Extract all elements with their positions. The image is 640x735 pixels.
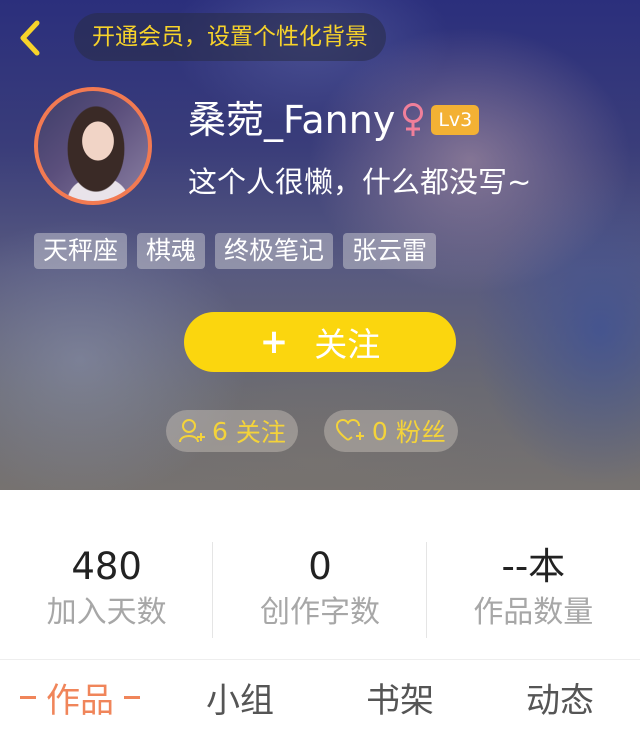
interest-tags: 天秤座 棋魂 终极笔记 张云雷 <box>34 233 437 269</box>
profile-header: 开通会员，设置个性化背景 桑菀_Fanny Lv3 这个人很懒，什么都没写~ 天… <box>0 0 640 490</box>
level-badge: Lv3 <box>431 105 480 135</box>
stat-works-count: --本 作品数量 <box>427 490 640 660</box>
stat-value: --本 <box>501 545 566 588</box>
tab-label: 书架 <box>366 681 434 721</box>
stat-label: 加入天数 <box>46 595 167 630</box>
followers-count: 0 <box>371 416 388 446</box>
followers-count-button[interactable]: 0 粉丝 <box>323 410 458 452</box>
interest-tag[interactable]: 终极笔记 <box>215 233 334 269</box>
tab-works[interactable]: 作品 <box>0 660 160 735</box>
heart-plus-icon <box>335 419 364 441</box>
interest-tag[interactable]: 天秤座 <box>34 233 128 269</box>
social-counts: 6 关注 0 粉丝 <box>166 410 458 452</box>
profile-page: 开通会员，设置个性化背景 桑菀_Fanny Lv3 这个人很懒，什么都没写~ 天… <box>0 0 640 735</box>
stat-value: 0 <box>308 545 332 588</box>
following-label: 关注 <box>235 418 286 447</box>
tab-label: 动态 <box>526 681 594 721</box>
plus-icon: + <box>259 322 289 362</box>
tab-bookshelf[interactable]: 书架 <box>320 660 480 735</box>
tab-activity[interactable]: 动态 <box>480 660 640 735</box>
follow-button[interactable]: + 关注 <box>184 312 456 372</box>
active-tab-indicator <box>124 696 140 699</box>
following-count-button[interactable]: 6 关注 <box>166 410 298 452</box>
following-count: 6 <box>212 416 228 446</box>
interest-tag[interactable]: 张云雷 <box>343 233 437 269</box>
user-plus-icon <box>179 419 205 443</box>
tab-label: 作品 <box>46 681 114 721</box>
back-button[interactable] <box>10 16 50 60</box>
stat-value: 480 <box>71 545 142 588</box>
tab-groups[interactable]: 小组 <box>160 660 320 735</box>
avatar[interactable] <box>34 87 152 205</box>
profile-tabs: 作品 小组 书架 动态 <box>0 660 640 735</box>
followers-label: 粉丝 <box>395 418 446 447</box>
stat-label: 创作字数 <box>259 595 380 630</box>
stat-label: 作品数量 <box>473 595 594 630</box>
follow-button-label: 关注 <box>314 325 381 364</box>
user-bio: 这个人很懒，什么都没写~ <box>188 165 532 199</box>
interest-tag[interactable]: 棋魂 <box>137 233 206 269</box>
chevron-left-icon <box>20 20 40 56</box>
female-icon <box>401 102 425 138</box>
stats-row: 480 加入天数 0 创作字数 --本 作品数量 <box>0 490 640 660</box>
username: 桑菀_Fanny <box>188 98 396 142</box>
username-row: 桑菀_Fanny Lv3 <box>188 94 480 146</box>
stat-days-joined: 480 加入天数 <box>0 490 214 660</box>
stat-word-count: 0 创作字数 <box>213 490 427 660</box>
active-tab-indicator <box>20 696 36 699</box>
vip-background-prompt[interactable]: 开通会员，设置个性化背景 <box>74 13 386 61</box>
tab-label: 小组 <box>206 681 274 721</box>
